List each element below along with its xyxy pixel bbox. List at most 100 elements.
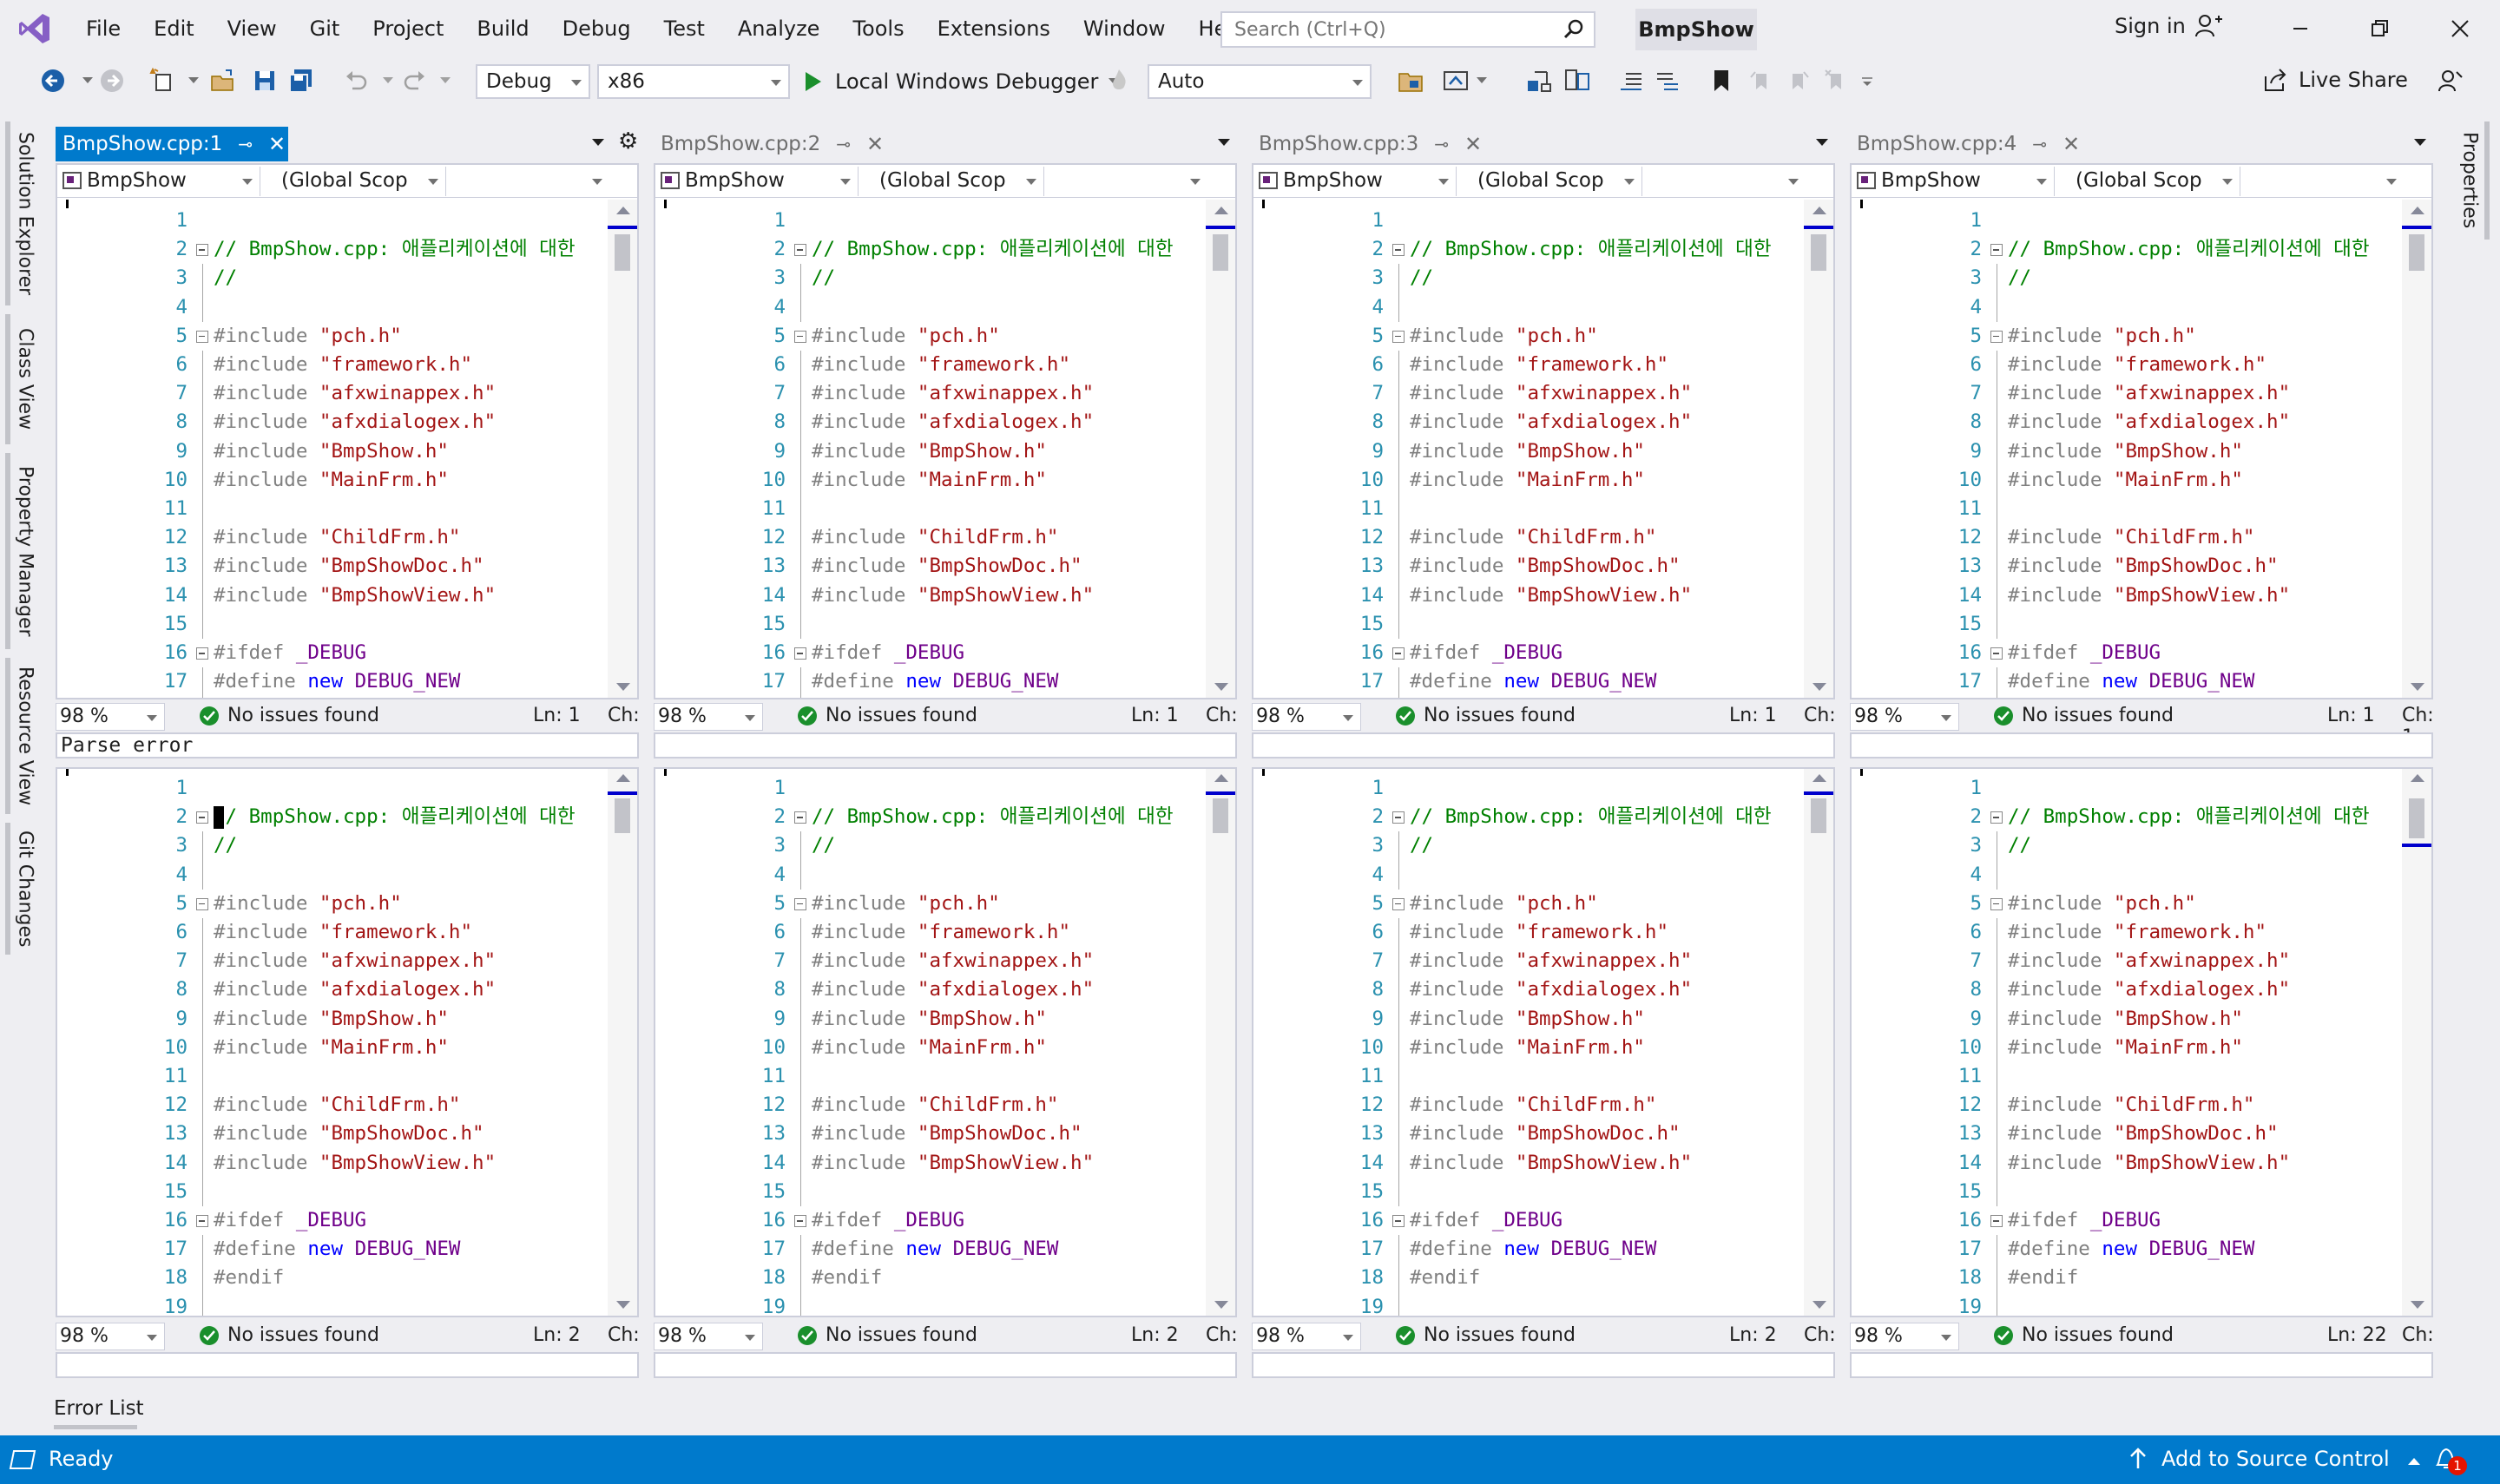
menu-edit[interactable]: Edit — [137, 0, 210, 57]
scroll-up-icon[interactable] — [616, 774, 630, 782]
comment-lines-icon[interactable] — [1616, 66, 1646, 95]
pin-icon[interactable]: ⊸ — [238, 134, 253, 154]
collapse-region-icon[interactable] — [794, 244, 806, 257]
vertical-scrollbar[interactable] — [1206, 769, 1235, 1316]
split-view-icon[interactable] — [1562, 66, 1592, 95]
scrollbar-thumb[interactable] — [1213, 798, 1228, 833]
issues-indicator[interactable]: No issues found — [200, 1324, 379, 1346]
scroll-up-icon[interactable] — [1214, 207, 1228, 214]
code-editor[interactable]: BmpShow (Global Scop 1 2// BmpShow.cpp: 애플리… — [1850, 163, 2433, 699]
collapse-region-icon[interactable] — [794, 1215, 806, 1227]
new-project-icon[interactable] — [148, 66, 177, 95]
vertical-scrollbar[interactable] — [608, 769, 637, 1316]
collapse-region-icon[interactable] — [794, 897, 806, 910]
collapse-region-icon[interactable] — [1392, 811, 1405, 824]
collapse-region-icon[interactable] — [196, 647, 208, 660]
tab-overflow-dropdown-icon[interactable] — [592, 139, 604, 146]
sign-in-link[interactable]: Sign in — [2115, 14, 2186, 38]
scroll-up-icon[interactable] — [616, 207, 630, 214]
restore-button[interactable] — [2340, 0, 2420, 57]
new-dropdown-icon[interactable] — [179, 66, 208, 95]
notifications-button[interactable]: 1 — [2432, 1444, 2467, 1481]
column-indicator[interactable]: Ch: — [1206, 1324, 1238, 1346]
side-tab-properties[interactable]: Properties — [2455, 121, 2490, 240]
browser-link-icon[interactable] — [1441, 66, 1470, 95]
line-indicator[interactable]: Ln: 1 — [2327, 705, 2375, 726]
scroll-up-icon[interactable] — [1812, 774, 1826, 782]
toolbar-overflow-icon[interactable] — [1852, 66, 1882, 95]
add-to-source-control-button[interactable]: Add to Source Control — [2161, 1447, 2421, 1471]
hot-reload-icon[interactable] — [1104, 66, 1134, 95]
scroll-up-icon[interactable] — [2411, 207, 2424, 214]
collapse-region-icon[interactable] — [1990, 330, 2003, 343]
menu-git[interactable]: Git — [293, 0, 357, 57]
vertical-scrollbar[interactable] — [1804, 200, 1833, 698]
line-indicator[interactable]: Ln: 1 — [533, 705, 581, 726]
collapse-region-icon[interactable] — [196, 1215, 208, 1227]
close-tab-icon[interactable]: ✕ — [866, 132, 884, 156]
document-tab[interactable]: BmpShow.cpp:2 ⊸ ✕ — [654, 127, 886, 161]
column-indicator[interactable]: Ch: — [1804, 705, 1836, 726]
issues-indicator[interactable]: No issues found — [1396, 1324, 1576, 1346]
collapse-region-icon[interactable] — [1990, 1215, 2003, 1227]
solution-configuration-dropdown[interactable]: Debug — [476, 64, 590, 99]
collapse-region-icon[interactable] — [1392, 244, 1405, 257]
code-text-area[interactable]: 1 2// BmpShow.cpp: 애플리케이션에 대한 3//4 5 #includ… — [1253, 207, 1802, 698]
auto-dropdown[interactable]: Auto — [1148, 64, 1372, 99]
scroll-up-icon[interactable] — [2411, 774, 2424, 782]
document-tab[interactable]: BmpShow.cpp:1 ⊸ ✕ — [56, 127, 288, 161]
collapse-region-icon[interactable] — [196, 897, 208, 910]
search-icon[interactable] — [1562, 18, 1585, 46]
tab-overflow-dropdown-icon[interactable] — [1218, 139, 1230, 146]
menu-test[interactable]: Test — [648, 0, 721, 57]
redo-icon[interactable] — [399, 66, 429, 95]
member-dropdown[interactable] — [2242, 167, 2404, 196]
error-list-tab[interactable]: Error List — [54, 1397, 144, 1420]
feedback-icon[interactable] — [2436, 66, 2465, 95]
document-tab[interactable]: BmpShow.cpp:4 ⊸ ✕ — [1850, 127, 2082, 161]
member-dropdown[interactable] — [448, 167, 609, 196]
code-text-area[interactable]: 1 2// BmpShow.cpp: 애플리케이션에 대한 3//4 5 #includ… — [1852, 774, 2400, 1316]
scrollbar-thumb[interactable] — [615, 234, 630, 271]
menu-file[interactable]: File — [69, 0, 137, 57]
collapse-region-icon[interactable] — [1990, 244, 2003, 257]
side-tab-solution-explorer[interactable]: Solution Explorer — [5, 121, 40, 305]
redo-dropdown-icon[interactable] — [431, 66, 460, 95]
menu-extensions[interactable]: Extensions — [921, 0, 1067, 57]
scroll-down-icon[interactable] — [616, 1301, 630, 1309]
code-editor[interactable]: 1 2// BmpShow.cpp: 애플리케이션에 대한 3//4 5 #includ… — [1252, 767, 1835, 1317]
scroll-down-icon[interactable] — [2411, 1301, 2424, 1309]
document-tab[interactable]: BmpShow.cpp:3 ⊸ ✕ — [1252, 127, 1484, 161]
close-tab-icon[interactable]: ✕ — [1464, 132, 1482, 156]
zoom-dropdown[interactable]: 98 % — [1252, 703, 1361, 731]
solution-platform-dropdown[interactable]: x86 — [597, 64, 790, 99]
browser-dropdown-icon[interactable] — [1467, 66, 1497, 95]
folder-view-icon[interactable] — [1396, 66, 1425, 95]
clear-bookmarks-icon[interactable] — [1821, 66, 1851, 95]
column-indicator[interactable]: Ch: — [1206, 705, 1238, 726]
line-indicator[interactable]: Ln: 22 — [2327, 1324, 2387, 1346]
collapse-region-icon[interactable] — [1990, 811, 2003, 824]
code-editor[interactable]: 1 2// BmpShow.cpp: 애플리케이션에 대한 3//4 5 #includ… — [654, 767, 1237, 1317]
scrollbar-thumb[interactable] — [615, 798, 630, 833]
vertical-scrollbar[interactable] — [1206, 200, 1235, 698]
pin-icon[interactable]: ⊸ — [836, 134, 851, 154]
undo-dropdown-icon[interactable] — [373, 66, 403, 95]
line-indicator[interactable]: Ln: 2 — [1729, 1324, 1777, 1346]
menu-build[interactable]: Build — [460, 0, 545, 57]
issues-indicator[interactable]: No issues found — [1994, 1324, 2174, 1346]
zoom-dropdown[interactable]: 98 % — [654, 703, 763, 731]
code-editor[interactable]: BmpShow (Global Scop 1 2// BmpShow.cpp: 애플리… — [654, 163, 1237, 699]
menu-debug[interactable]: Debug — [546, 0, 648, 57]
scroll-down-icon[interactable] — [1812, 1301, 1826, 1309]
bookmark-icon[interactable] — [1707, 66, 1736, 95]
collapse-region-icon[interactable] — [1990, 647, 2003, 660]
zoom-dropdown[interactable]: 98 % — [56, 1323, 165, 1350]
scrollbar-thumb[interactable] — [2409, 798, 2424, 838]
scroll-down-icon[interactable] — [1214, 683, 1228, 691]
step-into-icon[interactable] — [1524, 66, 1554, 95]
project-dropdown[interactable]: BmpShow — [655, 167, 859, 196]
live-share-button[interactable]: Live Share — [2262, 68, 2408, 92]
member-dropdown[interactable] — [1644, 167, 1806, 196]
zoom-dropdown[interactable]: 98 % — [654, 1323, 763, 1350]
